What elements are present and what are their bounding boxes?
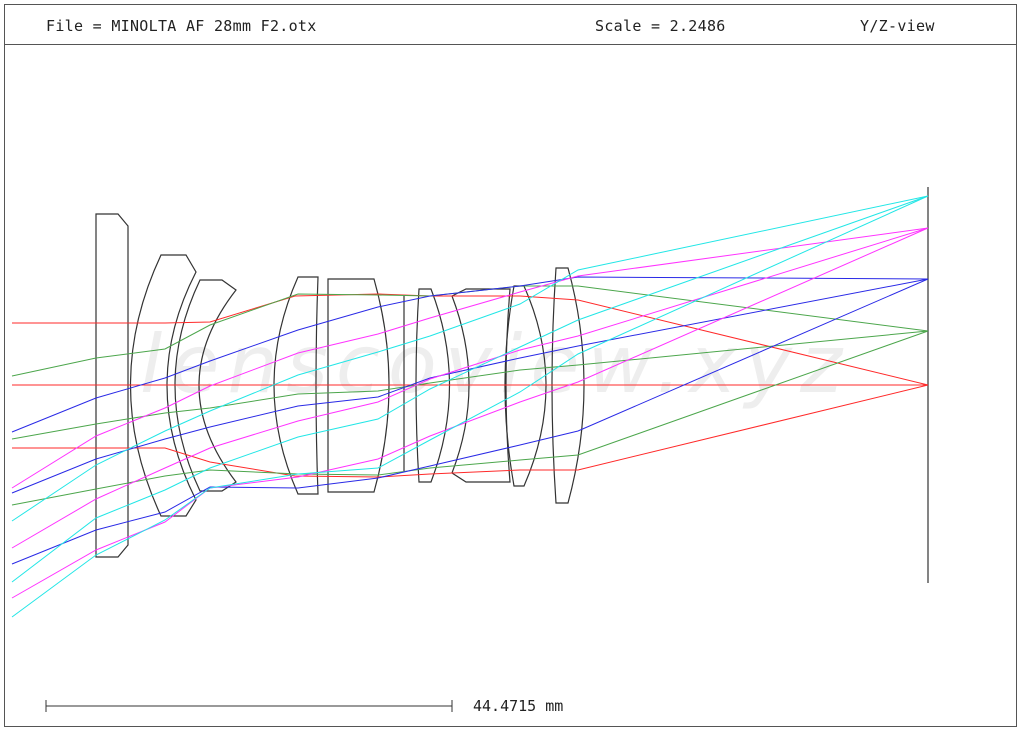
ray-blue-1 bbox=[11, 276, 929, 433]
lens-diagram bbox=[11, 187, 929, 712]
scale-bar bbox=[45, 700, 453, 712]
ray-cyan-3 bbox=[11, 195, 929, 618]
ray-blue-2 bbox=[11, 278, 929, 494]
ray-cyan-2 bbox=[11, 195, 929, 583]
ray-magenta-2 bbox=[11, 227, 929, 549]
ray-red-bottom bbox=[12, 384, 929, 478]
ray-traces bbox=[11, 195, 929, 618]
scale-bar-label: 44.4715 mm bbox=[473, 697, 564, 715]
ray-green-1 bbox=[11, 285, 929, 377]
ray-magenta-1 bbox=[11, 227, 929, 489]
lens-element-9 bbox=[504, 285, 547, 487]
ray-red-top bbox=[12, 293, 929, 386]
